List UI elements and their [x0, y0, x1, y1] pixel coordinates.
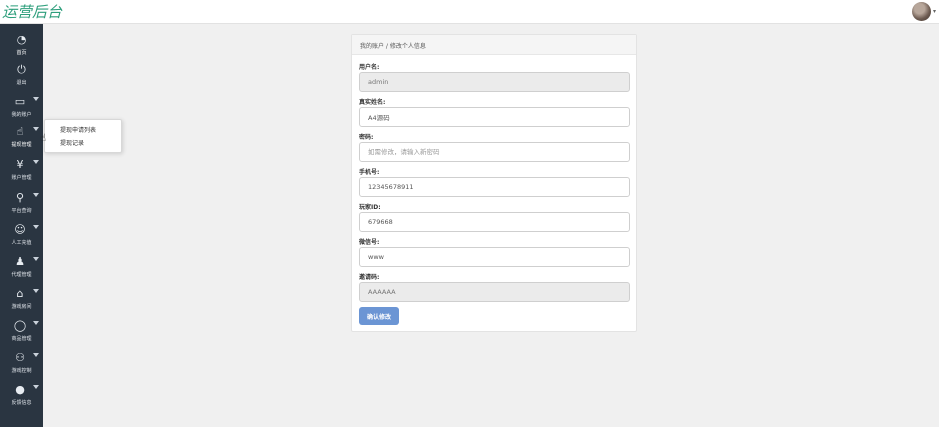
caret-down-icon [33, 97, 39, 101]
profile-form-panel: 我的账户 / 修改个人信息 用户名: 真实姓名: 密码: 手机号: 玩家ID: … [351, 34, 637, 332]
sidebar-item-manual-recharge[interactable]: ☺ 人工充值 [0, 220, 43, 252]
sidebar-item-game-rooms[interactable]: ⌂ 游戏房间 [0, 284, 43, 316]
caret-down-icon [33, 193, 39, 197]
sidebar-item-feedback[interactable]: ● 反馈信息 [0, 380, 43, 412]
sidebar-item-label: 退出 [16, 80, 27, 86]
sidebar-item-label: 账户管理 [11, 175, 32, 181]
brand-title[interactable]: 运营后台 [2, 1, 62, 22]
sidebar-item-label: 商品管理 [11, 336, 32, 342]
caret-down-icon [33, 257, 39, 261]
sidebar-item-products[interactable]: ◯ 商品管理 [0, 316, 43, 348]
sidebar-item-label: 游戏控制 [11, 368, 32, 374]
caret-down-icon [33, 127, 39, 131]
top-bar: 运营后台 ▾ [0, 0, 939, 24]
sidebar: ◔ 首页 ⏻ 退出 ▭ 我的账户 ☝ 提现管理 ¥ 账户管理 ⚲ 平台查询 ☺ … [0, 24, 43, 427]
submenu-item-withdraw-requests[interactable]: 提现申请列表 [60, 125, 96, 134]
caret-down-icon [33, 225, 39, 229]
invite-code-field [359, 282, 630, 302]
panel-header: 我的账户 / 修改个人信息 [352, 35, 636, 55]
chevron-down-icon[interactable]: ▾ [933, 8, 936, 15]
wechat-field[interactable] [359, 247, 630, 267]
caret-down-icon [33, 385, 39, 389]
realname-field[interactable] [359, 107, 630, 127]
sidebar-item-label: 首页 [16, 50, 27, 56]
sidebar-item-label: 人工充值 [11, 240, 32, 246]
sidebar-item-platform-query[interactable]: ⚲ 平台查询 [0, 188, 43, 220]
breadcrumb: 我的账户 / 修改个人信息 [360, 43, 426, 50]
caret-down-icon [33, 289, 39, 293]
sidebar-item-label: 游戏房间 [11, 304, 32, 310]
submenu-item-withdraw-records[interactable]: 提现记录 [60, 138, 84, 147]
password-label: 密码: [359, 134, 374, 141]
power-icon: ⏻ [17, 63, 26, 76]
sidebar-item-label: 我的账户 [11, 112, 32, 118]
wechat-label: 微信号: [359, 239, 380, 246]
sidebar-item-agents[interactable]: ♟ 代理管理 [0, 252, 43, 284]
sidebar-item-label: 代理管理 [11, 272, 32, 278]
sidebar-item-logout[interactable]: ⏻ 退出 [0, 60, 43, 92]
username-label: 用户名: [359, 64, 380, 71]
user-avatar[interactable] [912, 2, 931, 21]
invite-code-label: 邀请码: [359, 274, 380, 281]
withdraw-submenu: 提现申请列表 提现记录 [44, 119, 122, 153]
player-id-label: 玩家ID: [359, 204, 381, 211]
caret-down-icon [33, 160, 39, 164]
phone-field[interactable] [359, 177, 630, 197]
sidebar-item-my-account[interactable]: ▭ 我的账户 [0, 92, 43, 124]
dashboard-icon: ◔ [16, 33, 27, 46]
username-field [359, 72, 630, 92]
caret-down-icon [33, 321, 39, 325]
sidebar-item-label: 反馈信息 [11, 400, 32, 406]
hand-cursor-icon: ☝ [40, 133, 47, 144]
sidebar-item-home[interactable]: ◔ 首页 [0, 30, 43, 62]
sidebar-item-game-control[interactable]: ⚇ 游戏控制 [0, 348, 43, 380]
sidebar-item-withdraw[interactable]: ☝ 提现管理 [0, 122, 43, 154]
sidebar-item-label: 平台查询 [11, 208, 32, 214]
password-field[interactable] [359, 142, 630, 162]
realname-label: 真实姓名: [359, 99, 386, 106]
phone-label: 手机号: [359, 169, 380, 176]
sidebar-item-accounts[interactable]: ¥ 账户管理 [0, 155, 43, 187]
confirm-button[interactable]: 确认修改 [359, 307, 399, 325]
caret-down-icon [33, 353, 39, 357]
player-id-field[interactable] [359, 212, 630, 232]
sidebar-item-label: 提现管理 [11, 142, 32, 148]
